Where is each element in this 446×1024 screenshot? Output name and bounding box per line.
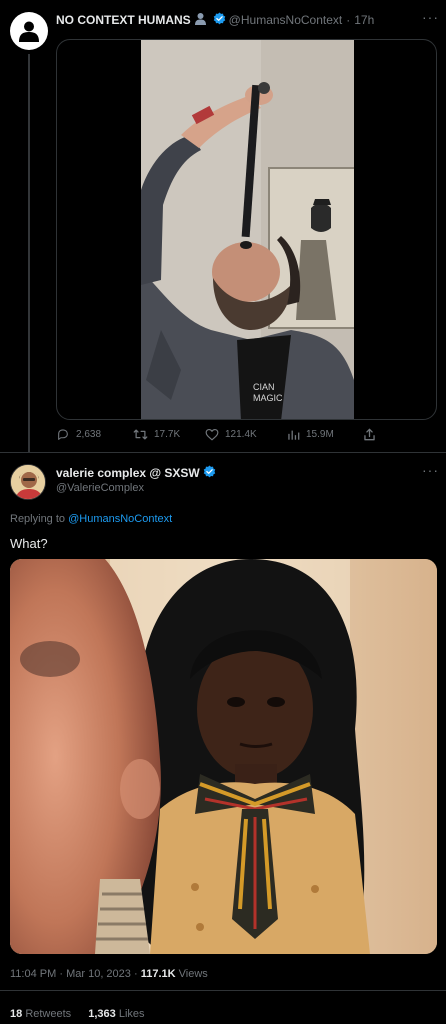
more-icon[interactable]: ··· xyxy=(422,9,439,25)
tweet-time[interactable]: 11:04 PM xyxy=(10,968,56,980)
author-handle[interactable]: @HumansNoContext xyxy=(229,13,343,27)
like-count: 121.4K xyxy=(225,429,257,440)
separator-dot: · xyxy=(133,968,138,980)
retweets-count: 18 xyxy=(10,1008,23,1020)
like-button[interactable]: 121.4K xyxy=(205,428,257,441)
retweet-count: 17.7K xyxy=(154,429,181,440)
author-name[interactable]: NO CONTEXT HUMANS xyxy=(56,13,191,27)
video-frame: CIAN MAGIC xyxy=(141,40,354,419)
replying-to: Replying to @HumansNoContext xyxy=(10,513,172,525)
separator-dot: · xyxy=(59,968,64,980)
verified-badge-icon xyxy=(213,12,226,28)
reply-count: 2,638 xyxy=(76,429,102,440)
share-icon xyxy=(364,428,375,441)
tweet-image[interactable] xyxy=(10,559,437,954)
likes-count: 1,363 xyxy=(88,1008,116,1020)
author-name[interactable]: valerie complex @ SXSW xyxy=(56,466,200,480)
engagement-stats: 18 Retweets 1,363 Likes xyxy=(10,1008,145,1020)
silhouette-emoji-icon xyxy=(194,12,207,28)
stats-divider-top xyxy=(0,990,446,991)
likes-label: Likes xyxy=(118,1008,145,1020)
tweet-meta: 11:04 PM · Mar 10, 2023 · 117.1K Views xyxy=(10,968,208,980)
reply-button[interactable]: 2,638 xyxy=(56,428,101,441)
views-count: 15.9M xyxy=(306,429,334,440)
reply-icon xyxy=(58,429,68,440)
author-handle[interactable]: @ValerieComplex xyxy=(56,482,144,494)
separator-dot: · xyxy=(346,13,351,27)
more-icon[interactable]: ··· xyxy=(422,462,439,478)
retweets-stat[interactable]: 18 Retweets xyxy=(10,1008,71,1020)
replying-prefix: Replying to xyxy=(10,513,66,525)
default-avatar-icon[interactable] xyxy=(10,12,48,50)
retweet-button[interactable]: 17.7K xyxy=(133,428,180,441)
views-button[interactable]: 15.9M xyxy=(287,428,334,441)
author-name-row: valerie complex @ SXSW xyxy=(56,465,219,481)
verified-badge-icon xyxy=(203,465,216,481)
shirt-print-text: CIAN MAGIC xyxy=(253,382,283,403)
share-button[interactable] xyxy=(363,428,376,441)
views-icon xyxy=(288,430,300,440)
replying-to-link[interactable]: @HumansNoContext xyxy=(68,513,172,525)
tweet-time[interactable]: 17h xyxy=(354,13,374,27)
views-label: Views xyxy=(178,968,208,980)
retweet-icon xyxy=(133,429,148,440)
tweet-video[interactable]: CIAN MAGIC xyxy=(56,39,437,420)
likes-stat[interactable]: 1,363 Likes xyxy=(88,1008,144,1020)
avatar[interactable] xyxy=(10,464,46,500)
tweet-date[interactable]: Mar 10, 2023 xyxy=(66,968,131,980)
like-icon xyxy=(205,428,219,441)
views-count: 117.1K xyxy=(140,968,176,980)
tweet-text: What? xyxy=(10,536,48,551)
thread-line xyxy=(28,54,30,452)
tweet-divider xyxy=(0,452,446,453)
retweets-label: Retweets xyxy=(25,1008,72,1020)
tweet-header: NO CONTEXT HUMANS @HumansNoContext · 17h xyxy=(56,12,374,28)
tweet-original[interactable]: NO CONTEXT HUMANS @HumansNoContext · 17h… xyxy=(0,0,446,452)
